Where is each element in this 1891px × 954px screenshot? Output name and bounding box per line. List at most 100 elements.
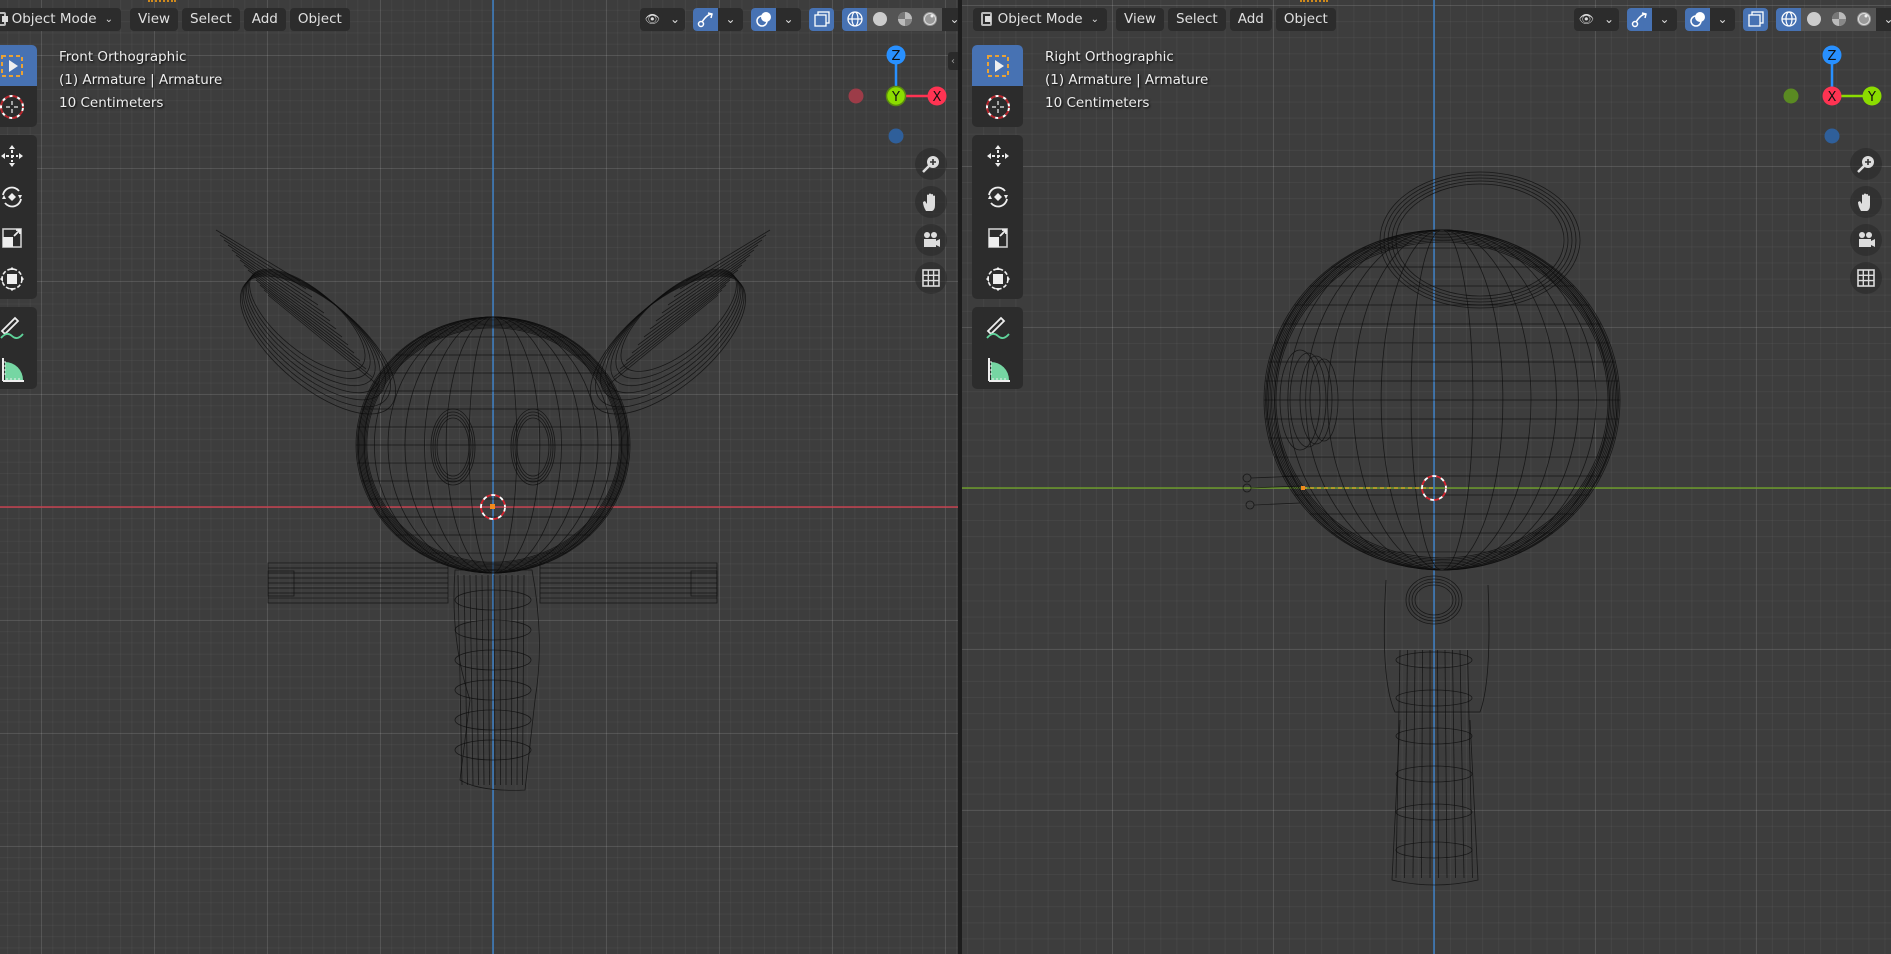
select-box-icon (983, 51, 1013, 81)
tool-select-box[interactable] (0, 45, 37, 86)
zoom-button[interactable] (1850, 148, 1882, 180)
navigation-gizmo-left[interactable]: Z Y X (836, 38, 956, 158)
navigation-gizmo-right[interactable]: Z X Y (1772, 38, 1891, 158)
overlays-toggle-group[interactable]: ⌄ (1685, 7, 1735, 31)
transform-icon (983, 264, 1013, 294)
menu-add[interactable]: Add (1229, 7, 1272, 31)
hand-pan-icon (1855, 191, 1877, 213)
neg-y-axis-handle[interactable] (888, 128, 904, 144)
camera-view-button[interactable] (915, 224, 947, 256)
pan-button[interactable] (1850, 186, 1882, 218)
camera-view-button[interactable] (1850, 224, 1882, 256)
y-axis-handle[interactable]: Y (885, 85, 907, 107)
menu-add[interactable]: Add (243, 7, 286, 31)
neg-x-axis-handle[interactable] (1824, 128, 1840, 144)
object-mode-dropdown[interactable]: Object Mode ⌄ (973, 7, 1107, 31)
hand-pan-icon (920, 191, 942, 213)
move-icon (983, 141, 1013, 171)
y-axis-handle[interactable]: Y (1862, 86, 1882, 106)
material-preview-icon[interactable] (892, 7, 917, 31)
rendered-shading-icon[interactable] (917, 7, 942, 31)
chevron-down-icon[interactable]: ⌄ (718, 8, 743, 31)
rendered-shading-icon[interactable] (1851, 7, 1876, 31)
tool-move[interactable] (0, 135, 37, 176)
neg-x-axis-handle[interactable] (848, 88, 864, 104)
menu-view[interactable]: View (1116, 7, 1165, 31)
menu-object[interactable]: Object (289, 7, 350, 31)
x-axis-handle[interactable]: X (1822, 86, 1842, 106)
z-axis-handle[interactable]: Z (886, 45, 906, 65)
camera-icon (920, 229, 942, 251)
tool-measure[interactable] (972, 348, 1023, 389)
overlays-toggle-group[interactable]: ⌄ (751, 7, 801, 31)
overlays-icon[interactable] (1685, 7, 1710, 31)
view-name: Front Orthographic (59, 49, 187, 65)
wireframe-shading-icon[interactable] (842, 7, 867, 31)
shading-mode-group[interactable]: ⌄ (842, 7, 958, 31)
object-mode-dropdown[interactable]: Object Mode ⌄ (0, 7, 121, 31)
pan-button[interactable] (915, 186, 947, 218)
chevron-down-icon[interactable]: ⌄ (1876, 7, 1891, 31)
tool-annotate[interactable] (972, 307, 1023, 348)
chevron-down-icon[interactable]: ⌄ (776, 8, 801, 31)
tool-transform[interactable] (972, 258, 1023, 299)
leg-wire (1404, 649, 1408, 879)
tool-annotate[interactable] (0, 307, 37, 348)
viewport-front[interactable]: Object Mode ⌄ View Select Add Object 👁 ⌄… (0, 0, 958, 954)
menu-view[interactable]: View (130, 7, 179, 31)
grid-ortho-icon (1855, 267, 1877, 289)
ortho-toggle-button[interactable] (915, 262, 947, 294)
menu-select[interactable]: Select (182, 7, 240, 31)
ortho-toggle-button[interactable] (1850, 262, 1882, 294)
xray-toggle-group[interactable] (809, 7, 834, 31)
select-box-icon (0, 51, 27, 81)
gizmo-toggle-group[interactable]: ⌄ (693, 7, 743, 31)
solid-shading-icon[interactable] (1801, 7, 1826, 31)
viewport-right[interactable]: Object Mode ⌄ View Select Add Object 👁 ⌄… (962, 0, 1891, 954)
gizmo-toggle-icon[interactable] (693, 7, 718, 31)
tool-select-box[interactable] (972, 45, 1023, 86)
tool-cursor[interactable] (0, 86, 37, 127)
tool-scale[interactable] (0, 217, 37, 258)
chevron-down-icon[interactable]: ⌄ (665, 8, 685, 31)
tool-move[interactable] (972, 135, 1023, 176)
menu-select[interactable]: Select (1168, 7, 1226, 31)
camera-icon (1855, 229, 1877, 251)
tool-transform[interactable] (0, 258, 37, 299)
ear-wire (263, 289, 373, 378)
tool-measure[interactable] (0, 348, 37, 389)
body-wire (516, 574, 519, 786)
xray-toggle-group[interactable] (1743, 7, 1768, 31)
menu-object[interactable]: Object (1275, 7, 1336, 31)
material-preview-icon[interactable] (1826, 7, 1851, 31)
wireframe-shading-icon[interactable] (1776, 7, 1801, 31)
x-axis-handle[interactable]: X (927, 86, 947, 106)
shading-mode-group[interactable]: ⌄ (1776, 7, 1891, 31)
xray-toggle-icon[interactable] (809, 7, 834, 31)
eye-wire (434, 414, 472, 480)
viewport-header-right: Object Mode ⌄ View Select Add Object (973, 7, 1340, 31)
chevron-down-icon[interactable]: ⌄ (1710, 8, 1735, 31)
selectability-visibility-icon[interactable]: 👁 (1574, 8, 1599, 31)
solid-shading-icon[interactable] (867, 7, 892, 31)
tool-scale[interactable] (972, 217, 1023, 258)
xray-toggle-icon[interactable] (1743, 7, 1768, 31)
overlays-icon[interactable] (751, 7, 776, 31)
gizmo-toggle-group[interactable]: ⌄ (1627, 7, 1677, 31)
selectability-visibility-icon[interactable]: 👁 (640, 8, 665, 31)
chevron-down-icon[interactable]: ⌄ (1652, 8, 1677, 31)
sidebar-collapse-tab[interactable]: ‹ (948, 52, 958, 70)
visibility-dropdown[interactable]: 👁 ⌄ (640, 7, 685, 31)
neg-y-axis-handle[interactable] (1783, 88, 1799, 104)
z-axis-handle[interactable]: Z (1822, 45, 1842, 65)
tool-cursor[interactable] (972, 86, 1023, 127)
chevron-down-icon[interactable]: ⌄ (1599, 8, 1619, 31)
character-mesh-side (1242, 171, 1621, 886)
chevron-down-icon[interactable]: ⌄ (942, 7, 958, 31)
scale-icon (983, 223, 1013, 253)
zoom-button[interactable] (915, 148, 947, 180)
tool-rotate[interactable] (0, 176, 37, 217)
tool-rotate[interactable] (972, 176, 1023, 217)
visibility-dropdown[interactable]: 👁 ⌄ (1574, 7, 1619, 31)
gizmo-toggle-icon[interactable] (1627, 7, 1652, 31)
